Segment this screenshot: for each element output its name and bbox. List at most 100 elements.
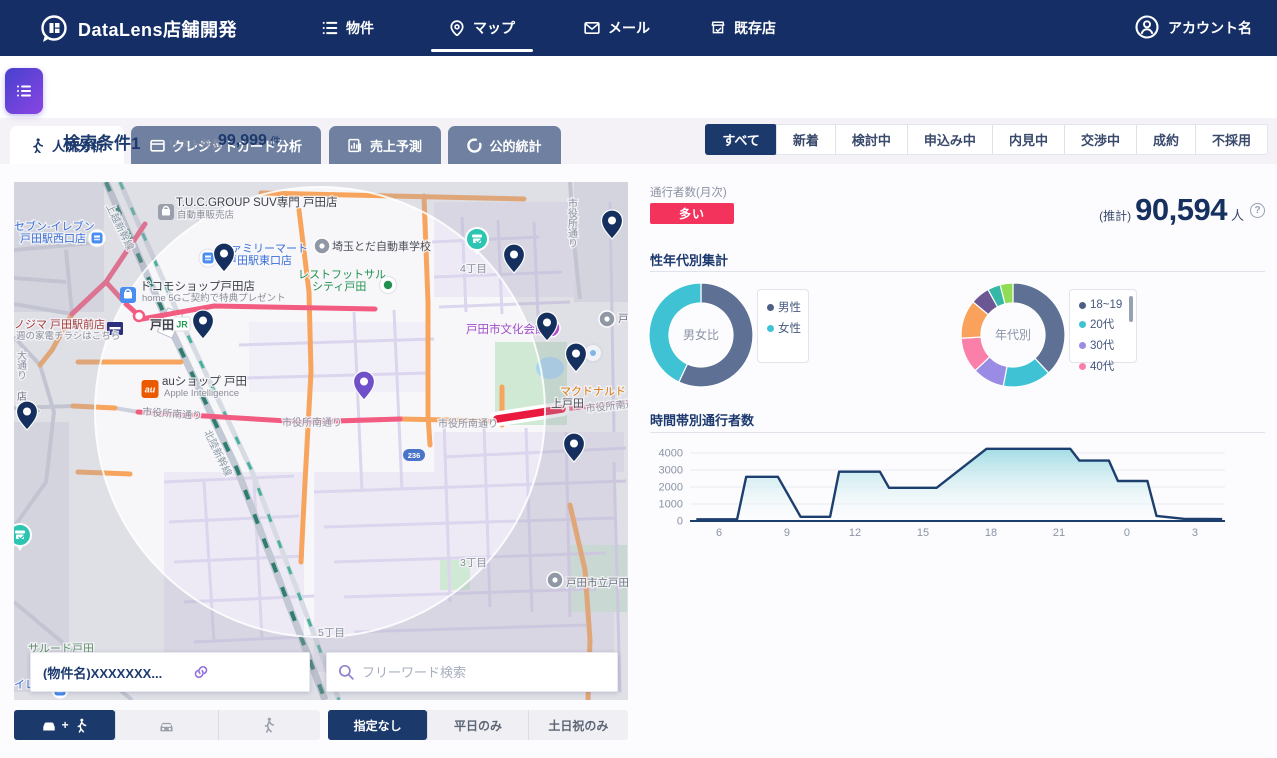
legend-item: 男性 <box>767 299 808 315</box>
legend-dot <box>1079 362 1086 370</box>
nav-item-mail[interactable]: メール <box>584 0 650 56</box>
donut-center-label: 男女比 <box>683 327 719 342</box>
map-poi-sq-icon[interactable] <box>120 287 136 303</box>
legend-dot <box>1079 341 1086 349</box>
map-poi-jr-icon[interactable]: JR <box>173 316 191 332</box>
x-axis-tick: 15 <box>917 527 929 539</box>
x-axis-tick: 3 <box>1192 527 1198 539</box>
divider <box>650 271 1265 272</box>
map-poi-au-icon[interactable]: au <box>141 380 159 398</box>
nav-item-label: メール <box>608 20 650 36</box>
svg-text:236: 236 <box>408 451 421 460</box>
map-canvas[interactable]: JR au 236 セブン-イレブン セブン-イレブン 戸田駅西口店 戸田駅西口店 T.U.… <box>14 182 628 700</box>
filter-交渉中[interactable]: 交渉中 <box>1063 125 1136 154</box>
legend-item: 18~19 <box>1079 299 1136 311</box>
tab-label: 公的統計 <box>489 138 542 154</box>
svg-text:au: au <box>145 385 156 395</box>
map-label: 上戸田 <box>551 397 584 410</box>
map-label: 市役所南通り <box>282 416 342 429</box>
search-condition-toolbar: 検索条件1 リスト件数 99,999 件 すべて 新着 検討中 申込み中 内見中 交渉中 成約… <box>0 56 1277 155</box>
legend-scrollbar[interactable] <box>1129 296 1133 322</box>
account-menu[interactable]: アカウント名 <box>1135 0 1252 56</box>
filter-新着[interactable]: 新着 <box>775 125 835 154</box>
car-icon <box>42 722 55 731</box>
map-label: 戸田市文化会館 <box>466 322 547 336</box>
day-option-平日のみ[interactable]: 平日のみ <box>427 710 527 740</box>
map-label: T.U.C.GROUP SUV専門 戸田店 <box>176 195 337 209</box>
map-label: 自動車販売店 <box>177 209 234 221</box>
plus-label: + <box>61 718 69 732</box>
app-window: DataLens店舗開発 物件 マップ メール 既存店 アカウント名 検索条件1 リス… <box>0 0 1277 758</box>
store-icon <box>711 21 725 34</box>
map-svg: JRau236 セブン-イレブンセブン-イレブン戸田駅西口店戸田駅西口店T.U.… <box>14 182 628 700</box>
age-donut-chart: 年代別 <box>960 282 1066 388</box>
legend-label: 40代 <box>1090 361 1115 373</box>
y-axis-tick: 0 <box>677 516 683 528</box>
nav-item-label: マップ <box>473 20 515 36</box>
y-axis-tick: 3000 <box>659 465 683 477</box>
filter-申込み中[interactable]: 申込み中 <box>906 125 992 154</box>
nav-item-label: 物件 <box>346 20 374 36</box>
mode-option-car[interactable] <box>115 710 217 740</box>
map-poi-gray-icon[interactable] <box>598 310 616 328</box>
property-name-input[interactable] <box>43 664 193 680</box>
legend-label: 男性 <box>778 302 801 314</box>
condition-list-button[interactable] <box>5 68 43 114</box>
map-label: セブン-イレブン <box>14 219 95 233</box>
filter-成約[interactable]: 成約 <box>1135 125 1195 154</box>
filter-不採用[interactable]: 不採用 <box>1194 125 1267 154</box>
map-label: 大通り <box>15 349 27 380</box>
active-nav-underline <box>431 49 533 52</box>
filter-検討中[interactable]: 検討中 <box>834 125 907 154</box>
list-count-label: リスト件数 <box>168 139 223 151</box>
mode-option-car-walk[interactable]: + <box>14 710 116 740</box>
x-axis-tick: 21 <box>1053 527 1065 539</box>
map-poi-gray-icon[interactable] <box>546 571 564 589</box>
day-option-指定なし[interactable]: 指定なし <box>328 710 428 740</box>
legend-dot <box>767 324 774 332</box>
x-axis-tick: 6 <box>716 527 722 539</box>
map-label: 戸田 <box>150 318 174 332</box>
legend-label: 20代 <box>1090 319 1115 331</box>
nav-item-map-pin[interactable]: マップ <box>431 0 533 56</box>
brand-logo-icon <box>41 15 67 42</box>
top-navbar: DataLens店舗開発 物件 マップ メール 既存店 アカウント名 <box>0 0 1277 56</box>
status-filter-group: すべて 新着 検討中 申込み中 内見中 交渉中 成約 不採用 <box>705 124 1268 155</box>
link-icon[interactable] <box>193 664 209 680</box>
filter-すべて[interactable]: すべて <box>705 124 777 155</box>
nav-item-store[interactable]: 既存店 <box>710 0 776 56</box>
tab-売上予測[interactable]: 売上予測 <box>329 126 441 164</box>
traffic-count-label: 通行者数(月次) <box>650 187 727 199</box>
x-axis-tick: 18 <box>985 527 997 539</box>
legend-dot <box>767 303 774 311</box>
age-legend[interactable]: 18~19 20代 30代 40代 <box>1069 289 1137 373</box>
map-label: ノジマ 戸田駅前店 <box>14 317 105 331</box>
map-poi-round-icon[interactable] <box>132 309 146 323</box>
legend-item: 女性 <box>767 320 808 336</box>
nav-item-list[interactable]: 物件 <box>322 0 374 56</box>
list-count-value: 99,999 件 <box>218 132 281 149</box>
map-poi-sq-icon[interactable] <box>158 204 174 220</box>
account-icon <box>1135 14 1159 42</box>
help-icon[interactable]: ? <box>1250 202 1265 218</box>
y-axis-tick: 2000 <box>659 482 683 494</box>
map-label: マクドナルド <box>560 385 626 398</box>
divider <box>650 432 1265 433</box>
legend-item: 20代 <box>1079 316 1136 332</box>
map-label: auショップ 戸田 <box>162 375 247 388</box>
legend-label: 女性 <box>778 323 801 335</box>
map-label: 週の家電チラシはこちら <box>16 330 120 342</box>
keyword-search-input[interactable] <box>362 664 617 680</box>
traffic-estimate: (推計) 90,594 人 ? <box>1099 192 1265 228</box>
day-option-土日祝のみ[interactable]: 土日祝のみ <box>527 710 628 740</box>
brand[interactable]: DataLens店舗開発 <box>38 13 237 45</box>
mode-option-walk[interactable] <box>217 710 320 740</box>
keyword-search-field[interactable] <box>326 652 618 692</box>
area-fill <box>696 448 1223 521</box>
map-poi-shield-icon[interactable]: 236 <box>403 449 425 461</box>
tab-公的統計[interactable]: 公的統計 <box>448 126 561 164</box>
property-name-field[interactable] <box>30 652 310 692</box>
map-poi-gray-icon[interactable] <box>313 237 331 255</box>
filter-内見中[interactable]: 内見中 <box>991 125 1064 154</box>
map-label: 戸田駅東口店 <box>226 253 292 267</box>
